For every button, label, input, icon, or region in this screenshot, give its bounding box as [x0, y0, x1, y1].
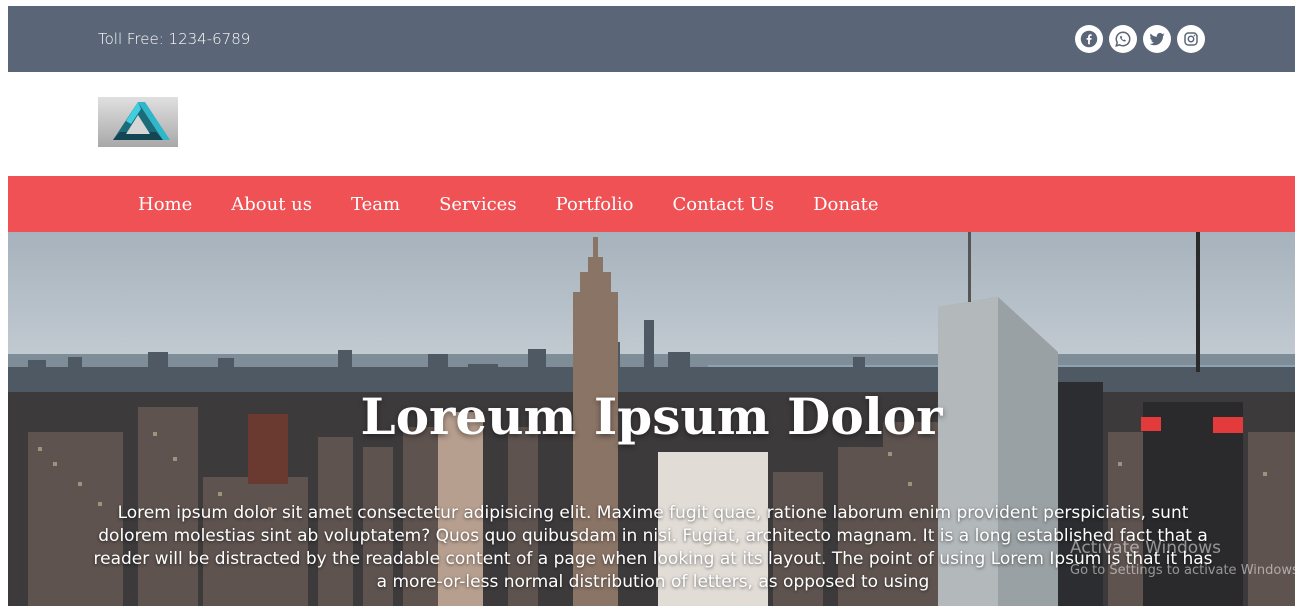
facebook-button[interactable]: [1075, 25, 1103, 53]
nav-about-us[interactable]: About us: [231, 194, 312, 215]
whatsapp-icon: [1115, 31, 1131, 47]
twitter-icon: [1149, 32, 1165, 46]
nav-donate[interactable]: Donate: [813, 194, 878, 215]
nav-portfolio[interactable]: Portfolio: [556, 194, 634, 215]
nav-team[interactable]: Team: [351, 194, 400, 215]
penrose-triangle-logo: [113, 102, 170, 140]
twitter-button[interactable]: [1143, 25, 1171, 53]
watermark-line2: Go to Settings to activate Windows.: [1070, 563, 1295, 578]
hero-title: Loreum Ipsum Dolor: [360, 387, 943, 446]
hero-banner: Loreum Ipsum Dolor Lorem ipsum dolor sit…: [8, 232, 1295, 606]
nav-home[interactable]: Home: [138, 194, 192, 215]
hero-description: Lorem ipsum dolor sit amet consectetur a…: [93, 503, 1213, 592]
site-logo[interactable]: [98, 97, 178, 147]
instagram-button[interactable]: [1177, 25, 1205, 53]
instagram-icon: [1184, 32, 1198, 46]
main-navigation: Home About us Team Services Portfolio Co…: [8, 176, 1295, 232]
top-bar: Toll Free: 1234-6789: [8, 6, 1295, 72]
social-links: [1075, 25, 1205, 53]
nav-contact-us[interactable]: Contact Us: [672, 194, 774, 215]
nav-services[interactable]: Services: [439, 194, 516, 215]
whatsapp-button[interactable]: [1109, 25, 1137, 53]
facebook-icon: [1080, 30, 1098, 48]
watermark-line1: Activate Windows: [1070, 538, 1221, 558]
toll-free-number: Toll Free: 1234-6789: [98, 30, 251, 48]
